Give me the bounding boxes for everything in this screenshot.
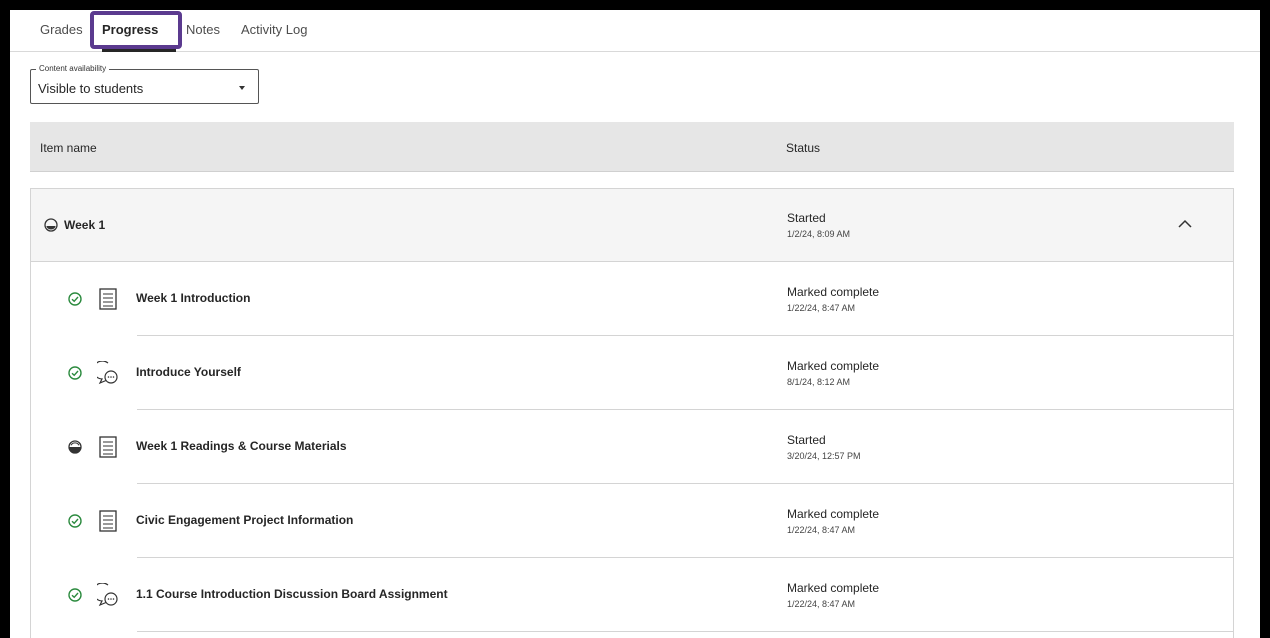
tab-highlight-box: [90, 11, 182, 49]
column-header-status[interactable]: Status: [786, 141, 820, 155]
row-divider: [137, 631, 1233, 632]
item-title[interactable]: 1.1 Course Introduction Discussion Board…: [136, 587, 448, 601]
document-icon: [99, 510, 117, 532]
item-title[interactable]: Week 1 Introduction: [136, 291, 250, 305]
tab-notes[interactable]: Notes: [186, 22, 220, 37]
item-status-date: 1/22/24, 8:47 AM: [787, 525, 856, 535]
item-status: Started: [787, 433, 826, 447]
document-icon: [99, 288, 117, 310]
item-status-date: 1/22/24, 8:47 AM: [787, 599, 856, 609]
list-item: Civic Engagement Project Information Mar…: [31, 484, 1233, 558]
item-title[interactable]: Civic Engagement Project Information: [136, 513, 353, 527]
group-status: Started: [787, 211, 826, 225]
item-status: Marked complete: [787, 359, 880, 373]
document-icon: [99, 436, 117, 458]
half-circle-icon: [68, 440, 82, 454]
group-status-date: 1/2/24, 8:09 AM: [787, 229, 851, 239]
item-title[interactable]: Introduce Yourself: [136, 365, 241, 379]
chevron-up-icon[interactable]: [1176, 217, 1194, 231]
list-item: Week 1 Readings & Course Materials Start…: [31, 410, 1233, 484]
tab-bar: Grades Progress Notes Activity Log: [10, 10, 1260, 52]
list-item: 1.1 Course Introduction Discussion Board…: [31, 558, 1233, 632]
list-item: Week 1 Introduction Marked complete 1/22…: [31, 262, 1233, 336]
table-header: Item name Status: [30, 122, 1234, 172]
item-status: Marked complete: [787, 285, 880, 299]
tab-activity-log[interactable]: Activity Log: [241, 22, 307, 37]
content-availability-label: Content availability: [36, 64, 110, 73]
half-circle-icon: [44, 218, 58, 232]
week-group: Week 1 Started 1/2/24, 8:09 AM Week 1 In…: [30, 188, 1234, 638]
check-circle-icon: [68, 588, 82, 602]
item-title[interactable]: Week 1 Readings & Course Materials: [136, 439, 347, 453]
item-status-date: 3/20/24, 12:57 PM: [787, 451, 861, 461]
column-header-item-name[interactable]: Item name: [40, 141, 97, 155]
group-header[interactable]: Week 1 Started 1/2/24, 8:09 AM: [31, 189, 1233, 262]
progress-panel: Grades Progress Notes Activity Log Conte…: [10, 10, 1260, 638]
content-availability-value: Visible to students: [38, 81, 144, 96]
check-circle-icon: [68, 292, 82, 306]
content-availability-select[interactable]: Content availability Visible to students: [30, 64, 259, 104]
item-status: Marked complete: [787, 581, 880, 595]
item-status: Marked complete: [787, 507, 880, 521]
check-circle-icon: [68, 366, 82, 380]
discussion-icon: [97, 361, 118, 385]
caret-down-icon: [239, 86, 245, 90]
tab-grades[interactable]: Grades: [40, 22, 83, 37]
list-item: Introduce Yourself Marked complete 8/1/2…: [31, 336, 1233, 410]
group-title: Week 1: [64, 218, 106, 232]
check-circle-icon: [68, 514, 82, 528]
discussion-icon: [97, 583, 118, 607]
item-status-date: 1/22/24, 8:47 AM: [787, 303, 856, 313]
active-tab-indicator: [102, 49, 176, 52]
item-status-date: 8/1/24, 8:12 AM: [787, 377, 851, 387]
